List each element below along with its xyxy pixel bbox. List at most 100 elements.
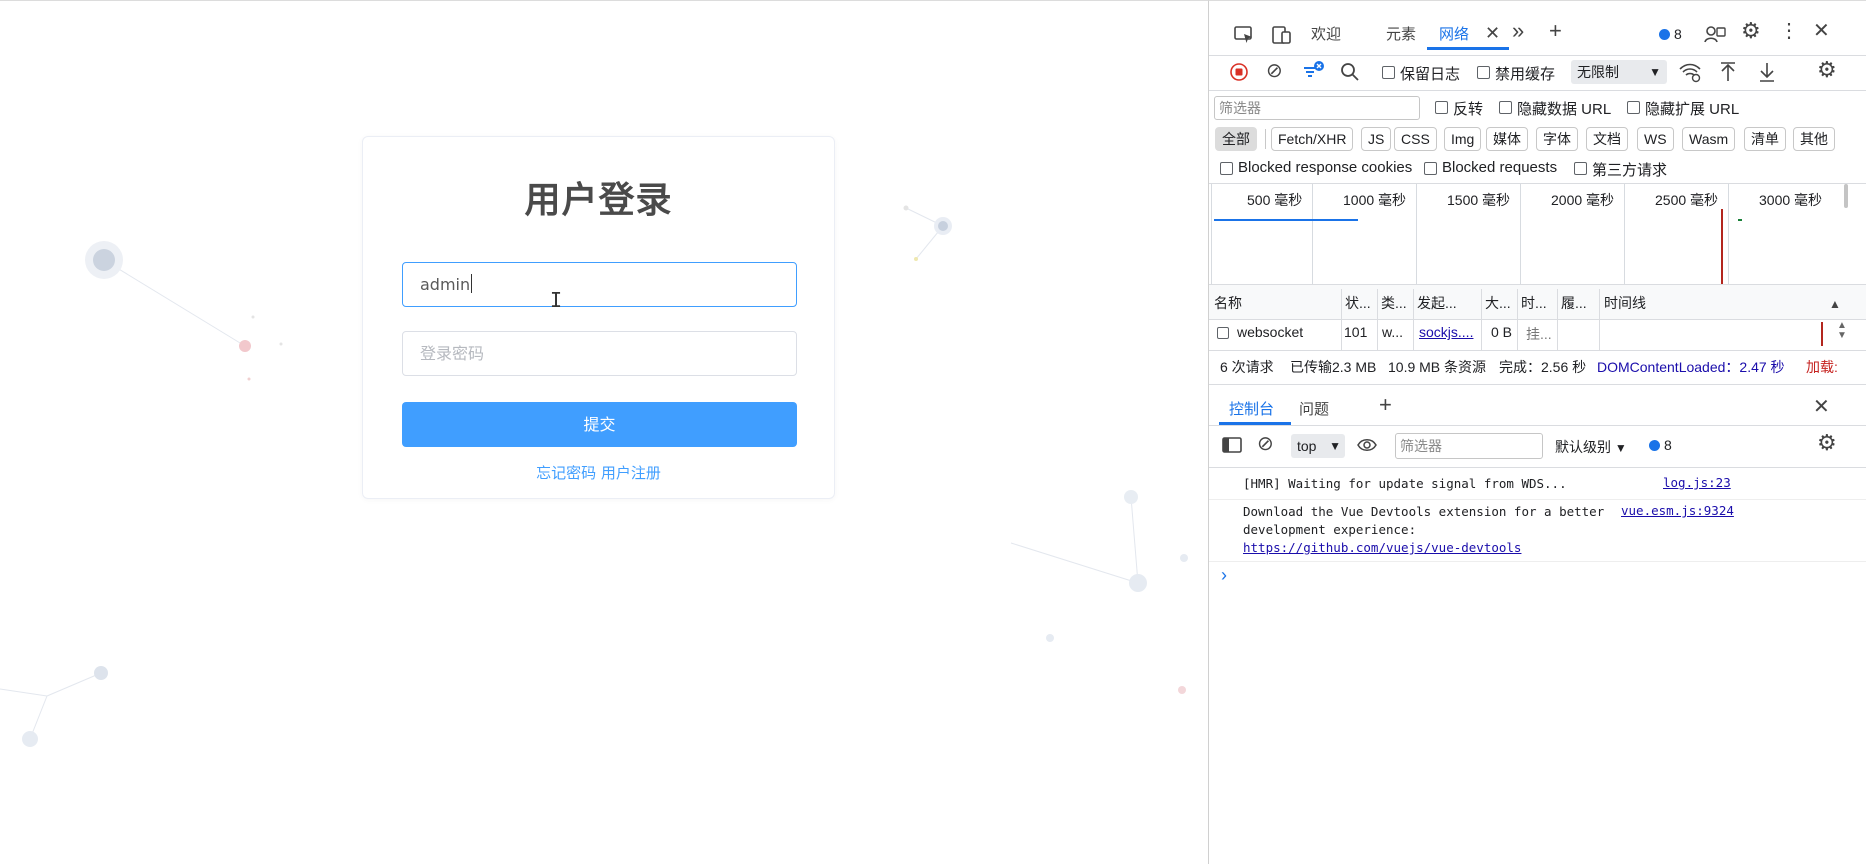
console-issues-counter[interactable]: 8 — [1649, 437, 1672, 453]
clear-console-icon[interactable]: ⊘ — [1257, 434, 1274, 454]
filter-chip-other[interactable]: 其他 — [1793, 127, 1835, 151]
invert-label: 反转 — [1453, 101, 1484, 118]
search-icon[interactable] — [1340, 62, 1360, 82]
blocked-requests-checkbox[interactable] — [1424, 162, 1437, 175]
network-filter-input[interactable]: 筛选器 — [1214, 96, 1420, 120]
column-status[interactable]: 状... — [1345, 293, 1371, 313]
filter-chip-js[interactable]: JS — [1361, 127, 1392, 151]
console-prompt-icon[interactable]: › — [1221, 565, 1227, 585]
column-time[interactable]: 时... — [1521, 293, 1547, 313]
issues-count: 8 — [1674, 26, 1682, 42]
forgot-password-link[interactable]: 忘记密码 — [536, 464, 596, 482]
log-level-select[interactable]: 默认级别 ▼ — [1555, 437, 1627, 457]
filter-chip-fetch-xhr[interactable]: Fetch/XHR — [1271, 127, 1354, 151]
filter-chip-manifest[interactable]: 清单 — [1744, 127, 1786, 151]
timeline-tick: 3000 毫秒 — [1759, 192, 1823, 208]
network-settings-icon[interactable]: ⚙ — [1817, 59, 1837, 81]
network-conditions-icon[interactable] — [1678, 61, 1702, 83]
timeline-tick: 2000 毫秒 — [1551, 192, 1615, 208]
divider — [1209, 350, 1866, 351]
username-input[interactable]: admin — [402, 262, 797, 307]
hide-data-url-checkbox[interactable] — [1499, 101, 1512, 114]
timeline-grid — [1211, 184, 1212, 284]
column-type[interactable]: 类... — [1381, 293, 1407, 313]
blocked-requests-label: Blocked requests — [1442, 159, 1558, 176]
login-links: 忘记密码 用户注册 — [363, 462, 834, 483]
console-source-link[interactable]: vue.esm.js:9324 — [1621, 503, 1734, 518]
more-options-icon[interactable]: ⋮ — [1779, 21, 1799, 41]
register-link[interactable]: 用户注册 — [601, 464, 661, 482]
blocked-cookies-checkbox[interactable] — [1220, 162, 1233, 175]
column-name[interactable]: 名称 — [1214, 293, 1242, 313]
submit-button[interactable]: 提交 — [402, 402, 797, 447]
sort-up-icon[interactable]: ▲ — [1829, 294, 1841, 314]
close-tab-icon[interactable]: ✕ — [1485, 23, 1500, 43]
record-stop-icon[interactable] — [1229, 62, 1249, 82]
timeline-grid — [1624, 184, 1625, 284]
context-select[interactable]: top ▼ — [1291, 434, 1345, 458]
timeline-tick: 500 毫秒 — [1247, 192, 1303, 208]
overview-scrollbar[interactable] — [1844, 184, 1848, 208]
more-tabs-icon[interactable]: » — [1512, 20, 1524, 42]
throttle-value: 无限制 — [1577, 64, 1619, 80]
throttle-select[interactable]: 无限制 ▼ — [1571, 60, 1667, 84]
divider — [1209, 90, 1866, 91]
drawer-tab-console[interactable]: 控制台 — [1229, 398, 1274, 419]
device-toolbar-icon[interactable] — [1271, 25, 1293, 45]
console-sidebar-icon[interactable] — [1221, 435, 1243, 455]
filter-chip-img[interactable]: Img — [1444, 127, 1482, 151]
column-waterfall[interactable]: 时间线 — [1604, 293, 1646, 313]
console-settings-icon[interactable]: ⚙ — [1817, 432, 1837, 454]
disable-cache-checkbox[interactable] — [1477, 66, 1490, 79]
timeline-bar-green — [1738, 219, 1742, 221]
settings-gear-icon[interactable]: ⚙ — [1741, 20, 1761, 42]
close-drawer-icon[interactable]: ✕ — [1813, 397, 1830, 417]
filter-chip-wasm[interactable]: Wasm — [1682, 127, 1736, 151]
add-drawer-tab-icon[interactable]: + — [1379, 394, 1392, 416]
console-url-link[interactable]: https://github.com/vuejs/vue-devtools — [1243, 539, 1521, 557]
tab-elements[interactable]: 元素 — [1386, 23, 1416, 44]
import-har-icon[interactable] — [1719, 61, 1737, 83]
timeline-grid — [1416, 184, 1417, 284]
inspect-element-icon[interactable] — [1233, 25, 1255, 45]
add-tab-icon[interactable]: + — [1549, 20, 1562, 42]
third-party-checkbox[interactable] — [1574, 162, 1587, 175]
export-har-icon[interactable] — [1758, 61, 1776, 83]
network-overview[interactable] — [1209, 184, 1849, 284]
filter-chip-doc[interactable]: 文档 — [1586, 127, 1628, 151]
filter-chip-media[interactable]: 媒体 — [1486, 127, 1528, 151]
blocked-cookies-label: Blocked response cookies — [1238, 159, 1413, 176]
close-devtools-icon[interactable]: ✕ — [1813, 21, 1830, 41]
console-source-link[interactable]: log.js:23 — [1663, 475, 1731, 490]
tab-welcome[interactable]: 欢迎 — [1311, 23, 1341, 44]
password-input[interactable]: 登录密码 — [402, 331, 797, 376]
customize-icon[interactable] — [1703, 23, 1727, 45]
hide-ext-url-checkbox[interactable] — [1627, 101, 1640, 114]
drawer-tab-issues[interactable]: 问题 — [1299, 398, 1329, 419]
invert-checkbox[interactable] — [1435, 101, 1448, 114]
column-initiator[interactable]: 发起... — [1417, 293, 1457, 313]
filter-chip-font[interactable]: 字体 — [1536, 127, 1578, 151]
console-filter-input[interactable]: 筛选器 — [1395, 433, 1543, 459]
column-fulfilled[interactable]: 履... — [1561, 293, 1587, 313]
scroll-arrows-icon[interactable]: ▲ ▼ — [1837, 321, 1847, 341]
divider — [1209, 55, 1866, 56]
row-name[interactable]: websocket — [1237, 324, 1303, 340]
issues-counter[interactable]: 8 — [1659, 26, 1682, 42]
clear-icon[interactable]: ⊘ — [1266, 61, 1283, 81]
message-icon — [1649, 440, 1660, 451]
filter-chip-all[interactable]: 全部 — [1215, 127, 1257, 151]
divider — [1209, 561, 1866, 562]
filter-chip-ws[interactable]: WS — [1637, 127, 1674, 151]
login-card: 用户登录 admin 登录密码 提交 忘记密码 用户注册 — [362, 136, 835, 499]
preserve-log-checkbox[interactable] — [1382, 66, 1395, 79]
preserve-log-label: 保留日志 — [1400, 66, 1461, 83]
live-expression-eye-icon[interactable] — [1356, 436, 1378, 454]
row-size: 0 B — [1491, 324, 1513, 340]
timeline-grid — [1312, 184, 1313, 284]
filter-chip-css[interactable]: CSS — [1394, 127, 1437, 151]
column-size[interactable]: 大... — [1485, 293, 1511, 313]
filter-funnel-icon[interactable] — [1301, 61, 1325, 83]
row-initiator-link[interactable]: sockjs.... — [1419, 324, 1473, 340]
tab-network[interactable]: 网络 — [1439, 23, 1469, 44]
